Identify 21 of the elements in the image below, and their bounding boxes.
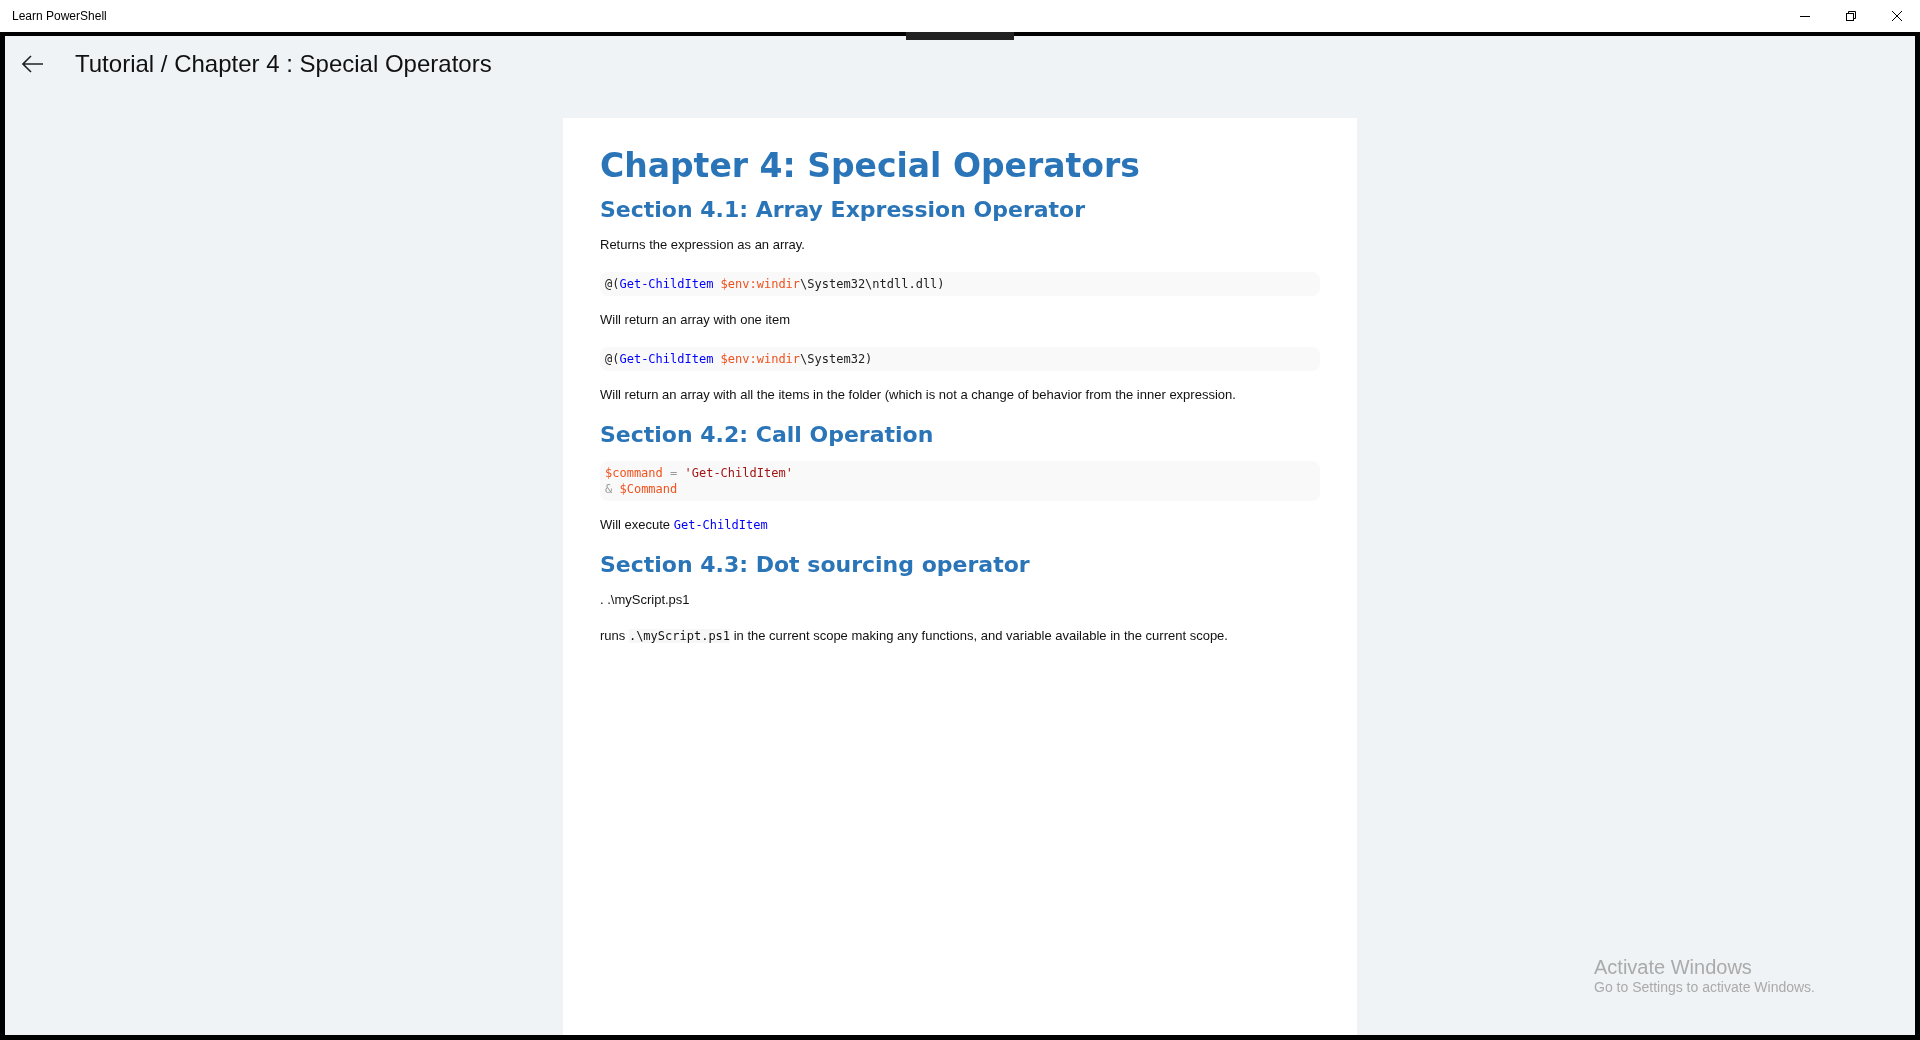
paragraph: Returns the expression as an array.	[600, 236, 806, 254]
code-block: $command = 'Get-ChildItem' & $Command	[600, 461, 1320, 501]
window-title: Learn PowerShell	[11, 9, 108, 23]
restore-icon	[1846, 11, 1856, 21]
drag-handle[interactable]	[906, 32, 1014, 40]
close-icon	[1892, 11, 1902, 21]
section-heading: Section 4.3: Dot sourcing operator	[600, 552, 1031, 577]
section-heading: Section 4.2: Call Operation	[600, 422, 935, 447]
activation-title: Activate Windows	[1594, 956, 1753, 979]
back-arrow-icon	[22, 54, 44, 73]
page-title: Tutorial / Chapter 4 : Special Operators	[75, 49, 492, 78]
paragraph: Will execute Get-ChildItem	[600, 516, 769, 534]
code-block: @(Get-ChildItem $env:windir\System32)	[600, 347, 1320, 371]
code-block: @(Get-ChildItem $env:windir\System32\ntdll.dll)	[600, 272, 1320, 296]
activation-message: Go to Settings to activate Windows.	[1594, 979, 1815, 995]
paragraph: runs .\myScript.ps1 in the current scope making any functions, and variable available in the current scope.	[600, 627, 1229, 645]
chapter-heading: Chapter 4: Special Operators	[600, 146, 1141, 185]
paragraph: Will return an array with one item	[600, 311, 791, 329]
section-heading: Section 4.1: Array Expression Operator	[600, 197, 1087, 222]
paragraph: . .\myScript.ps1	[600, 591, 691, 609]
paragraph: Will return an array with all the items in the folder (which is not a change of behavior from the inner expression.	[600, 386, 1237, 404]
